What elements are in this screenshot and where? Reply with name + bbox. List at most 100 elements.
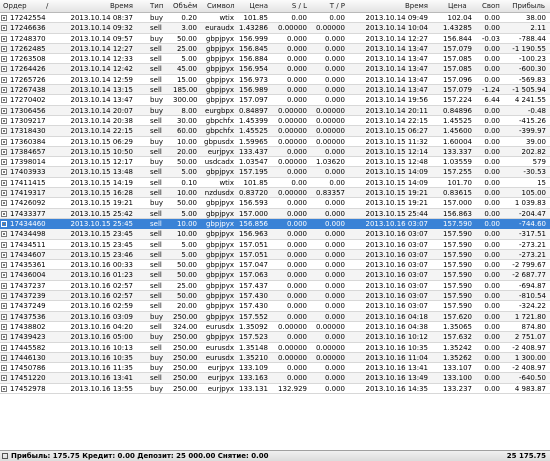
- type-cell: buy: [150, 106, 164, 115]
- col-header-order[interactable]: Ордер: [3, 0, 43, 12]
- symbol-cell: gbpchfx: [205, 127, 234, 136]
- table-row[interactable]: 17398014 2013.10.15 12:17 buy 50.00 usdcadx 1…: [0, 157, 550, 168]
- table-row[interactable]: 17270402 2013.10.14 13:47 buy 300.00 gbpjpyx…: [0, 95, 550, 106]
- table-row[interactable]: 17433377 2013.10.15 25:42 sell 5.00 gbpjpyx 1…: [0, 208, 550, 219]
- table-row[interactable]: 17437249 2013.10.16 02:59 sell 20.00 gbpjpyx…: [0, 301, 550, 312]
- volume-cell: 10.00: [176, 230, 197, 239]
- tp-cell: 0.000: [324, 209, 345, 218]
- volume-cell: 250.00: [173, 374, 197, 383]
- table-row[interactable]: 17434498 2013.10.15 23:45 sell 10.00 gbpjpyx…: [0, 229, 550, 240]
- table-row[interactable]: 17435361 2013.10.16 00:33 sell 50.00 gbpjpyx…: [0, 260, 550, 271]
- table-row[interactable]: 17419317 2013.10.15 16:28 sell 10.00 nzdusdx…: [0, 188, 550, 199]
- table-row[interactable]: 17434607 2013.10.15 23:46 sell 5.00 gbpjpyx 1…: [0, 249, 550, 261]
- sl-cell: 0.000: [286, 199, 307, 208]
- col-header-profit[interactable]: Прибыль: [500, 0, 545, 12]
- table-row[interactable]: 17439423 2013.10.16 05:00 buy 250.00 gbpjpyx…: [0, 332, 550, 343]
- open-time-cell: 2013.10.14 13:47: [70, 96, 133, 105]
- table-row[interactable]: 17437536 2013.10.16 03:09 buy 250.00 gbpjpyx…: [0, 311, 550, 322]
- close-price-cell: 1.35065: [443, 322, 472, 331]
- col-header-tp[interactable]: T / P: [320, 0, 345, 12]
- type-cell: sell: [150, 219, 162, 228]
- open-time-cell: 2013.10.15 16:28: [70, 189, 133, 198]
- table-row[interactable]: 17360384 2013.10.15 06:29 buy 10.00 gbpusdx 1…: [0, 137, 550, 147]
- tp-cell: 0.000: [324, 96, 345, 105]
- col-header-open-price[interactable]: Цена: [238, 0, 268, 12]
- table-row[interactable]: 17452978 2013.10.16 13:55 buy 250.00 eurjpyx…: [0, 384, 550, 394]
- table-row[interactable]: 17264426 2013.10.14 12:42 sell 45.00 gbpjpyx…: [0, 64, 550, 75]
- table-row[interactable]: 17318430 2013.10.14 22:15 sell 60.00 gbpchfx…: [0, 126, 550, 137]
- close-time-cell: 2013.10.16 04:18: [365, 312, 428, 321]
- table-row[interactable]: 17246636 2013.10.14 09:32 sell 3.00 euraudx 1…: [0, 23, 550, 34]
- table-row[interactable]: 17437237 2013.10.16 02:57 sell 25.00 gbpjpyx…: [0, 281, 550, 292]
- swap-cell: 0.00: [484, 168, 500, 177]
- table-row[interactable]: 17309217 2013.10.14 20:38 sell 30.00 gbpchfx…: [0, 116, 550, 127]
- swap-cell: 0.00: [484, 24, 500, 33]
- open-time-cell: 2013.10.15 19:21: [70, 199, 133, 208]
- table-row[interactable]: 17438802 2013.10.16 04:20 sell 324.00 eurusd…: [0, 322, 550, 333]
- summary-icon: [2, 453, 8, 459]
- tp-cell: 0.00000: [316, 343, 345, 352]
- table-row[interactable]: 17451220 2013.10.16 13:41 sell 250.00 eurjpy…: [0, 373, 550, 384]
- table-row[interactable]: 17263508 2013.10.14 12:33 sell 5.00 gbpjpyx 1…: [0, 54, 550, 65]
- profit-cell: -810.54: [518, 292, 546, 301]
- type-cell: sell: [150, 55, 162, 64]
- table-row[interactable]: 17262485 2013.10.14 12:27 sell 25.00 gbpjpyx…: [0, 43, 550, 55]
- trade-icon: [1, 365, 7, 372]
- col-header-volume[interactable]: Объём: [173, 0, 197, 12]
- close-time-cell: 2013.10.16 14:35: [365, 384, 428, 393]
- symbol-cell: gbpjpyx: [205, 55, 234, 64]
- table-row[interactable]: 17445582 2013.10.16 10:13 sell 250.00 eurusd…: [0, 343, 550, 353]
- close-price-cell: 157.590: [443, 261, 472, 270]
- volume-cell: 50.00: [176, 158, 197, 167]
- symbol-cell: gbpchfx: [205, 116, 234, 125]
- order-cell: 17450786: [10, 364, 46, 373]
- table-row[interactable]: 17450786 2013.10.16 11:35 buy 250.00 eurjpyx…: [0, 363, 550, 374]
- open-time-cell: 2013.10.15 12:17: [70, 158, 133, 167]
- table-row[interactable]: 17446130 2013.10.16 10:35 buy 250.00 eurusdx…: [0, 352, 550, 364]
- open-price-cell: 157.195: [239, 168, 268, 177]
- table-row[interactable]: 17248370 2013.10.14 09:57 buy 50.00 gbpjpyx 1…: [0, 34, 550, 44]
- order-cell: 17445582: [10, 343, 46, 352]
- profit-cell: 38.00: [525, 14, 546, 22]
- table-row[interactable]: 17242554 2013.10.14 08:37 buy 0.20 wtix 101.8…: [0, 13, 550, 24]
- col-header-sl[interactable]: S / L: [282, 0, 307, 12]
- open-price-cell: 156.884: [239, 55, 268, 64]
- table-row[interactable]: 17403933 2013.10.15 13:48 sell 5.00 gbpjpyx 1…: [0, 167, 550, 178]
- table-row[interactable]: 17434511 2013.10.15 23:45 sell 5.00 gbpjpyx 1…: [0, 240, 550, 250]
- volume-cell: 50.00: [176, 34, 197, 43]
- col-header-close-time[interactable]: Время: [355, 0, 428, 12]
- symbol-cell: gbpjpyx: [205, 292, 234, 301]
- table-row[interactable]: 17437239 2013.10.16 02:57 sell 50.00 gbpjpyx…: [0, 291, 550, 302]
- table-row[interactable]: 17384657 2013.10.15 10:50 sell 20.00 eurjpyx…: [0, 146, 550, 158]
- type-cell: sell: [150, 189, 162, 198]
- table-row[interactable]: 17267438 2013.10.14 13:15 sell 185.00 gbpjpy…: [0, 85, 550, 96]
- table-row[interactable]: 17265726 2013.10.14 12:59 sell 15.00 gbpjpyx…: [0, 75, 550, 86]
- trade-icon: [1, 76, 7, 83]
- symbol-cell: eurusdx: [205, 343, 234, 352]
- type-cell: buy: [150, 199, 164, 208]
- profit-cell: 1 721.80: [514, 312, 546, 321]
- sl-cell: 0.000: [286, 34, 307, 43]
- symbol-cell: gbpjpyx: [205, 86, 234, 95]
- col-header-close-price[interactable]: Цена: [448, 0, 478, 12]
- table-row[interactable]: 17426092 2013.10.15 19:21 buy 50.00 gbpjpyx 1…: [0, 198, 550, 209]
- table-row-selected[interactable]: 17434460 2013.10.15 25:45 sell 10.00 gbpjpyx…: [0, 218, 550, 230]
- trade-icon: [1, 15, 7, 21]
- tp-cell: 0.000: [324, 75, 345, 84]
- col-header-symbol[interactable]: Символ: [207, 0, 235, 12]
- open-time-cell: 2013.10.14 12:42: [70, 65, 133, 74]
- close-price-cell: 0.84896: [443, 106, 472, 115]
- col-header-type[interactable]: Тип: [150, 0, 172, 12]
- table-row[interactable]: 17411415 2013.10.15 14:19 sell 0.10 wtix 101.…: [0, 178, 550, 189]
- symbol-cell: gbpjpyx: [205, 168, 234, 177]
- symbol-cell: gbpjpyx: [205, 75, 234, 84]
- col-header-open-time[interactable]: Время: [60, 0, 133, 12]
- table-row[interactable]: 17306456 2013.10.14 20:07 buy 8.00 eurgbpx 0.…: [0, 105, 550, 116]
- close-time-cell: 2013.10.15 14:09: [365, 168, 428, 177]
- table-header: Ордер / Время Тип Объём Символ Цена S / …: [0, 0, 550, 13]
- table-row[interactable]: 17436004 2013.10.16 01:23 sell 50.00 gbpjpyx…: [0, 270, 550, 281]
- symbol-cell: gbpjpyx: [205, 250, 234, 259]
- swap-cell: 0.00: [484, 44, 500, 53]
- trade-icon: [1, 210, 7, 217]
- profit-cell: -30.53: [523, 168, 546, 177]
